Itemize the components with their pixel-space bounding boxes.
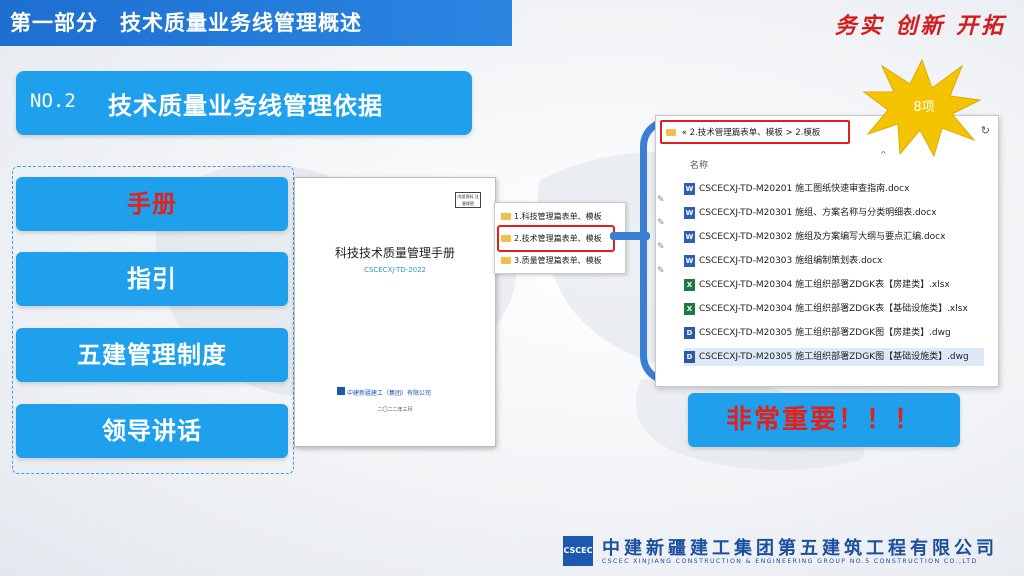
category-leader-speech[interactable]: 领导讲话: [16, 404, 288, 458]
manual-company: 中建新疆建工（集团）有限公司: [347, 390, 432, 397]
file-row-selected[interactable]: D CSCECXJ-TD-M20305 施工组织部署ZDGK图【基础设施类】.dw…: [684, 348, 984, 366]
address-bar[interactable]: « 2.技术管理篇表单、模板 > 2.模板: [660, 120, 850, 144]
slide-title: 第一部分 技术质量业务线管理概述: [10, 11, 362, 35]
manual-date: 二〇二二年三月: [377, 407, 413, 413]
manual-code: CSCECXJ-TD-2022: [363, 266, 427, 274]
company-logo-icon: [337, 387, 345, 395]
folder-icon: [501, 213, 511, 220]
dwg-icon: D: [684, 350, 695, 363]
pin-icon[interactable]: ✎: [657, 218, 665, 228]
category-manual[interactable]: 手册: [16, 177, 288, 231]
folder-icon: [666, 129, 676, 136]
word-icon: W: [684, 230, 695, 243]
confidential-stamp: 内部资料 注意保密: [455, 192, 481, 208]
manual-title: 科技技术质量管理手册: [334, 246, 455, 260]
section-number: NO.2: [30, 90, 76, 112]
slide-title-bar: 第一部分 技术质量业务线管理概述: [0, 0, 512, 46]
category-guideline[interactable]: 指引: [16, 252, 288, 306]
footer-company-english: CSCEC XINJIANG CONSTRUCTION & ENGINEERIN…: [602, 558, 978, 565]
file-row[interactable]: W CSCECXJ-TD-M20301 施组、方案名称与分类明细表.docx: [684, 204, 984, 222]
word-icon: W: [684, 182, 695, 195]
manual-cover: 内部资料 注意保密 科技技术质量管理手册 CSCECXJ-TD-2022 中建新…: [294, 177, 496, 447]
file-row[interactable]: W CSCECXJ-TD-M20302 施组及方案编写大纲与要点汇编.docx: [684, 228, 984, 246]
column-header-name[interactable]: 名称: [690, 158, 708, 171]
dwg-icon: D: [684, 326, 695, 339]
footer-company-name: 中建新疆建工集团第五建筑工程有限公司: [602, 538, 998, 559]
excel-icon: X: [684, 278, 695, 291]
pin-icon[interactable]: ✎: [657, 195, 665, 205]
file-row[interactable]: D CSCECXJ-TD-M20305 施工组织部署ZDGK图【房建类】.dwg: [684, 324, 984, 342]
category-management-system[interactable]: 五建管理制度: [16, 328, 288, 382]
word-icon: W: [684, 206, 695, 219]
file-row[interactable]: W CSCECXJ-TD-M20201 施工图纸快速审查指南.docx: [684, 180, 984, 198]
important-banner: 非常重要！！！: [688, 393, 960, 447]
section-title: 技术质量业务线管理依据: [108, 92, 383, 120]
section-header: NO.2 技术质量业务线管理依据: [16, 71, 472, 135]
company-logo-icon: CSCEC: [563, 536, 593, 566]
folder-highlight: [497, 225, 615, 252]
item-count-label: 8项: [913, 100, 935, 115]
folder-icon: [501, 257, 511, 264]
word-icon: W: [684, 254, 695, 267]
pin-icon[interactable]: ✎: [657, 266, 665, 276]
folder-item[interactable]: 1.科技管理篇表单、模板: [501, 211, 602, 222]
excel-icon: X: [684, 302, 695, 315]
refresh-icon[interactable]: ↻: [981, 124, 990, 137]
company-slogan: 务实 创新 开拓: [834, 13, 1006, 39]
folder-item[interactable]: 3.质量管理篇表单、模板: [501, 255, 602, 266]
file-row[interactable]: W CSCECXJ-TD-M20303 施组编制策划表.docx: [684, 252, 984, 270]
file-row[interactable]: X CSCECXJ-TD-M20304 施工组织部署ZDGK表【房建类】.xlsx: [684, 276, 984, 294]
pin-icon[interactable]: ✎: [657, 242, 665, 252]
file-row[interactable]: X CSCECXJ-TD-M20304 施工组织部署ZDGK表【基础设施类】.xl…: [684, 300, 984, 318]
